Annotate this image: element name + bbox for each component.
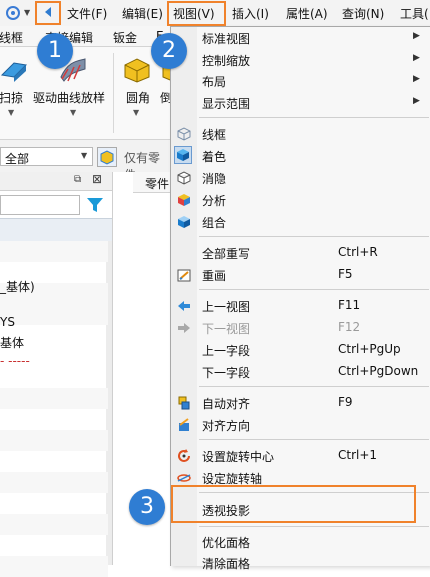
menu-item-standard-view[interactable]: 标准视图 ▶: [171, 27, 430, 49]
tab-sheet-metal[interactable]: 钣金: [113, 29, 137, 46]
rotation-center-icon: [176, 448, 192, 464]
chevron-right-icon: ▶: [413, 31, 420, 41]
rotation-axis-icon: [176, 470, 192, 486]
ribbon-tabs: 线框 直接编辑 钣金 E: [0, 26, 170, 47]
filter-toolbar: ▼ 全部 ▼ 仅有零件: [0, 140, 170, 182]
chevron-down-icon: ▼: [81, 151, 88, 160]
callout-badge-1: 1: [37, 33, 73, 69]
shaded-icon: [174, 146, 192, 164]
close-icon[interactable]: ⊠: [92, 172, 102, 186]
menu-separator: [199, 439, 429, 440]
tree-row[interactable]: [0, 388, 108, 409]
funnel-filter-icon[interactable]: [86, 196, 104, 214]
tab-wireframe[interactable]: 线框: [0, 29, 23, 46]
wireframe-icon: [176, 126, 192, 142]
menu-separator: [199, 386, 429, 387]
tree-row[interactable]: YS: [0, 315, 108, 336]
sweep-button[interactable]: 扫掠: [0, 89, 23, 106]
menu-insert[interactable]: 插入(I): [232, 5, 269, 22]
ribbon-separator: [113, 53, 114, 133]
callout-badge-3: 3: [129, 489, 165, 525]
menu-tools[interactable]: 工具(: [400, 5, 429, 22]
app-menu-dropdown-icon[interactable]: ▼: [24, 8, 30, 17]
menu-separator: [199, 289, 429, 290]
menu-edit[interactable]: 编辑(E): [122, 5, 163, 22]
menu-item-clear-facets[interactable]: 清除面格: [171, 552, 430, 574]
menu-item-redraw[interactable]: 重画 F5: [171, 264, 430, 286]
menu-item-combine[interactable]: 组合: [171, 211, 430, 233]
menu-item-align-direction[interactable]: 对齐方向: [171, 414, 430, 436]
fillet-dropdown-icon[interactable]: ▼: [133, 108, 139, 117]
tab-parts[interactable]: 零件: [133, 172, 171, 193]
tree-row[interactable]: - -----: [0, 354, 108, 375]
menu-item-optimize-facets[interactable]: 优化面格: [171, 531, 430, 553]
panel-header: ⧉ ⊠: [0, 172, 112, 191]
menu-item-next-view[interactable]: 下一视图 F12: [171, 317, 430, 339]
highlight-box-back: [35, 1, 61, 25]
hidden-line-icon: [176, 170, 192, 186]
prev-view-icon: [176, 298, 192, 314]
menu-item-hidden-line[interactable]: 消隐: [171, 167, 430, 189]
next-view-icon: [176, 320, 192, 336]
tree-header: [0, 218, 112, 242]
tree-row[interactable]: 基体: [0, 334, 108, 355]
menu-item-set-rotation-center[interactable]: 设置旋转中心 Ctrl+1: [171, 445, 430, 467]
ribbon-panel: 扫掠 ▼ 驱动曲线放样 ▼ 圆角 ▼ 倒: [0, 47, 172, 140]
highlight-box-view-menu: [167, 1, 226, 26]
redraw-icon: [176, 267, 192, 283]
search-input[interactable]: [0, 195, 80, 215]
menu-item-next-field[interactable]: 下一字段 Ctrl+PgDown: [171, 361, 430, 383]
chevron-right-icon: ▶: [413, 96, 420, 106]
panel-search-row: [0, 192, 112, 218]
menu-query[interactable]: 查询(N): [342, 5, 384, 22]
auto-align-icon: [176, 395, 192, 411]
menu-properties[interactable]: 属性(A): [286, 5, 328, 22]
sweep-icon[interactable]: [0, 55, 30, 83]
menu-item-previous-view[interactable]: 上一视图 F11: [171, 295, 430, 317]
filter-select-value: 全部: [5, 152, 30, 166]
analysis-icon: [176, 192, 192, 208]
tree-row[interactable]: [0, 430, 108, 451]
combine-icon: [176, 214, 192, 230]
chevron-right-icon: ▶: [413, 53, 420, 63]
tree-row[interactable]: [0, 556, 108, 577]
tree-body: _基体) YS 基体 - -----: [0, 241, 112, 577]
app-logo-icon[interactable]: [5, 5, 21, 21]
loft-dropdown-icon[interactable]: ▼: [70, 108, 76, 117]
tree-row[interactable]: [0, 514, 108, 535]
menu-file[interactable]: 文件(F): [67, 5, 107, 22]
only-parts-filter-icon[interactable]: [97, 147, 117, 167]
filter-select[interactable]: 全部 ▼: [0, 147, 93, 166]
tree-row[interactable]: [0, 241, 108, 262]
menu-item-display-range[interactable]: 显示范围 ▶: [171, 92, 430, 114]
callout-badge-2: 2: [151, 33, 187, 69]
menu-separator: [199, 526, 429, 527]
menu-item-analysis[interactable]: 分析: [171, 189, 430, 211]
tree-row[interactable]: [0, 472, 108, 493]
align-direction-icon: [176, 417, 192, 433]
drive-curve-loft-button[interactable]: 驱动曲线放样: [33, 89, 105, 106]
menu-item-zoom-control[interactable]: 控制缩放 ▶: [171, 49, 430, 71]
highlight-box-perspective: [171, 485, 416, 523]
menu-item-shaded[interactable]: 着色: [171, 145, 430, 167]
sweep-dropdown-icon[interactable]: ▼: [8, 108, 14, 117]
fillet-icon[interactable]: [122, 55, 152, 83]
menu-item-previous-field[interactable]: 上一字段 Ctrl+PgUp: [171, 339, 430, 361]
menu-separator: [199, 117, 429, 118]
fillet-button[interactable]: 圆角: [126, 89, 150, 106]
menu-item-auto-align[interactable]: 自动对齐 F9: [171, 392, 430, 414]
menu-item-wireframe[interactable]: 线框: [171, 123, 430, 145]
pin-icon[interactable]: ⧉: [74, 174, 81, 185]
menu-item-layout[interactable]: 布局 ▶: [171, 70, 430, 92]
chevron-right-icon: ▶: [413, 74, 420, 84]
menu-separator: [199, 236, 429, 237]
menu-item-regenerate-all[interactable]: 全部重写 Ctrl+R: [171, 242, 430, 264]
tree-row[interactable]: _基体): [0, 278, 108, 299]
